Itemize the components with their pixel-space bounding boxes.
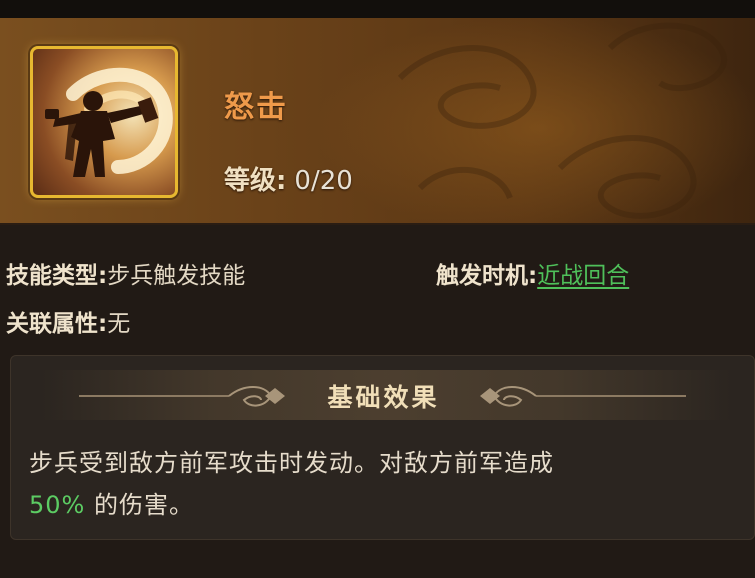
skill-name: 怒击 bbox=[224, 90, 288, 125]
related-attribute-value: 无 bbox=[107, 311, 131, 337]
top-edge-bar bbox=[0, 0, 755, 19]
related-attribute-label: 关联属性: bbox=[6, 311, 108, 337]
warrior-strike-icon bbox=[30, 46, 178, 198]
skill-type-row: 技能类型:步兵触发技能 bbox=[6, 256, 245, 290]
skill-detail-panel: 怒击 等级: 0/20 技能类型:步兵触发技能 触发时机:近战回合 关联属性:无 … bbox=[0, 0, 755, 578]
skill-type-label: 技能类型: bbox=[6, 263, 108, 289]
trigger-timing-link[interactable]: 近战回合 bbox=[537, 263, 629, 289]
skill-header: 怒击 等级: 0/20 bbox=[0, 18, 755, 225]
level-value: 0/20 bbox=[294, 166, 353, 196]
level-label: 等级: bbox=[224, 166, 287, 196]
effect-text-part1: 步兵受到敌方前军攻击时发动。对敌方前军造成 bbox=[29, 449, 554, 477]
base-effect-panel: 基础效果 步兵受到敌方前军攻击时发动。对敌方前军造成 50% 的伤害。 bbox=[10, 355, 755, 540]
effect-title: 基础效果 bbox=[327, 383, 440, 412]
effect-damage-percent: 50% bbox=[29, 491, 86, 519]
effect-description: 步兵受到敌方前军攻击时发动。对敌方前军造成 50% 的伤害。 bbox=[29, 442, 729, 526]
skill-type-value: 步兵触发技能 bbox=[107, 263, 246, 289]
trigger-timing-row: 触发时机:近战回合 bbox=[436, 256, 629, 290]
effect-text-part2: 的伤害。 bbox=[85, 491, 194, 519]
trigger-timing-label: 触发时机: bbox=[436, 263, 538, 289]
related-attribute-row: 关联属性:无 bbox=[6, 304, 130, 338]
skill-level: 等级: 0/20 bbox=[224, 160, 353, 197]
cloud-pattern-decoration bbox=[397, 22, 727, 219]
